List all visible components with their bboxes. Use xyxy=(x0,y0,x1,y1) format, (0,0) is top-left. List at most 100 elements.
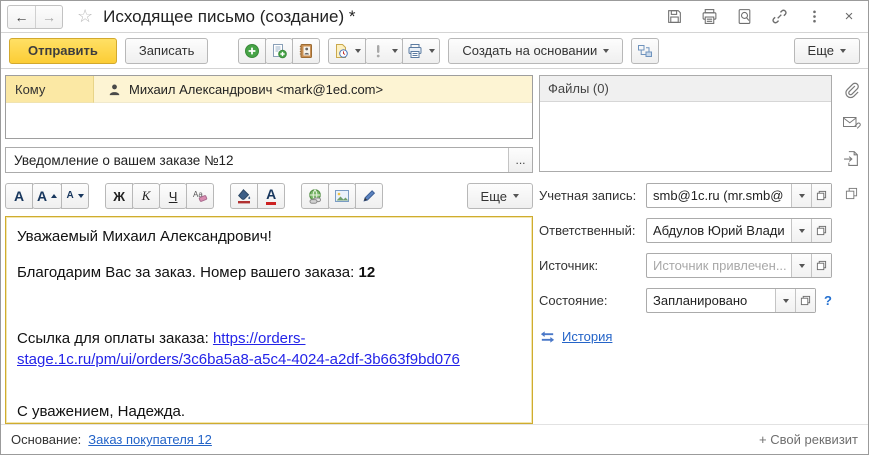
font-size-increase-button[interactable]: А xyxy=(32,183,63,209)
titlebar-actions: × xyxy=(665,8,858,26)
triangle-up-icon xyxy=(51,194,58,198)
insert-image-button[interactable] xyxy=(328,183,357,209)
italic-letter: К xyxy=(141,188,151,203)
font-button[interactable]: А xyxy=(5,183,33,209)
format-more-label: Еще xyxy=(480,188,507,204)
print-icon[interactable] xyxy=(700,8,718,26)
account-control xyxy=(646,183,832,208)
back-arrow-icon: ← xyxy=(14,8,29,25)
attach-file-button[interactable] xyxy=(840,79,862,101)
body-link-line: Ссылка для оплаты заказа: https://orders… xyxy=(17,329,460,369)
font-letter: А xyxy=(37,188,48,204)
responsible-label: Ответственный: xyxy=(539,223,636,238)
more-dots-icon[interactable] xyxy=(805,8,823,26)
files-list[interactable] xyxy=(540,102,831,171)
signature-pen-button[interactable] xyxy=(355,183,384,209)
responsible-dropdown-button[interactable] xyxy=(791,219,811,242)
account-dropdown-button[interactable] xyxy=(791,184,811,207)
paperclip-icon xyxy=(845,82,859,99)
responsible-control xyxy=(646,218,832,243)
create-based-on-button[interactable]: Создать на основании xyxy=(448,37,624,64)
schedule-dropdown-button[interactable] xyxy=(328,37,367,64)
forward-button[interactable]: → xyxy=(35,5,62,28)
insert-hyperlink-button[interactable] xyxy=(301,183,330,209)
favorite-star-icon[interactable]: ☆ xyxy=(77,6,93,27)
bold-button[interactable]: Ж xyxy=(105,183,134,209)
subject-input[interactable] xyxy=(6,148,508,172)
clear-format-button[interactable]: Aa xyxy=(186,183,215,209)
chevron-down-icon xyxy=(798,228,805,233)
two-windows-icon xyxy=(845,187,857,199)
left-column: Кому Михаил Александрович <mark@1ed.com>… xyxy=(5,75,533,424)
side-icon-strip xyxy=(838,75,864,424)
open-in-window-button[interactable] xyxy=(840,182,862,204)
state-open-button[interactable] xyxy=(795,289,816,312)
print-dropdown-button[interactable] xyxy=(402,37,441,64)
source-input[interactable] xyxy=(647,254,791,277)
printer-icon xyxy=(408,43,422,58)
format-more-button[interactable]: Еще xyxy=(466,183,533,209)
back-button[interactable]: ← xyxy=(8,6,35,28)
command-bar: Отправить Записать Создать на основании … xyxy=(1,33,868,69)
link-icon[interactable] xyxy=(770,8,788,26)
more-button[interactable]: Еще xyxy=(793,37,860,64)
subject-select-button[interactable]: ... xyxy=(508,148,532,172)
send-button[interactable]: Отправить xyxy=(9,37,117,64)
recipients-empty-area[interactable] xyxy=(6,103,532,138)
document-import-icon xyxy=(843,150,858,166)
chevron-down-icon xyxy=(429,48,436,53)
state-control xyxy=(646,288,817,313)
triangle-down-icon xyxy=(77,194,84,198)
email-body-editor[interactable]: Уважаемый Михаил Александрович! Благодар… xyxy=(5,216,533,424)
account-field-row: Учетная запись: xyxy=(539,183,832,208)
chevron-down-icon xyxy=(840,48,846,53)
chevron-down-icon xyxy=(513,194,519,198)
add-button[interactable] xyxy=(238,37,267,64)
source-dropdown-button[interactable] xyxy=(791,254,811,277)
pen-icon xyxy=(363,190,376,202)
state-dropdown-button[interactable] xyxy=(775,289,796,312)
responsible-input[interactable] xyxy=(647,219,791,242)
responsible-open-button[interactable] xyxy=(811,219,831,242)
to-recipient[interactable]: Михаил Александрович <mark@1ed.com> xyxy=(94,76,532,103)
nav-group: ← → xyxy=(7,4,63,29)
italic-button[interactable]: К xyxy=(132,183,161,209)
state-input[interactable] xyxy=(647,289,776,312)
account-open-button[interactable] xyxy=(811,184,831,207)
importance-dropdown-button[interactable] xyxy=(365,37,404,64)
history-link[interactable]: История xyxy=(562,329,612,344)
open-icon xyxy=(816,225,827,236)
font-size-decrease-button[interactable]: А xyxy=(61,183,90,209)
subject-row: ... xyxy=(5,147,533,173)
forward-arrow-icon: → xyxy=(42,8,56,25)
custom-attribute-link[interactable]: + Свой реквизит xyxy=(759,432,858,447)
source-open-button[interactable] xyxy=(811,254,831,277)
text-color-button[interactable]: А xyxy=(257,183,286,209)
base-document-link[interactable]: Заказ покупателя 12 xyxy=(88,432,212,447)
bold-letter: Ж xyxy=(113,188,125,204)
attach-email-button[interactable] xyxy=(840,111,862,133)
write-button[interactable]: Записать xyxy=(124,37,209,64)
to-row[interactable]: Кому Михаил Александрович <mark@1ed.com> xyxy=(6,76,532,103)
account-input[interactable] xyxy=(647,184,791,207)
create-document-button[interactable] xyxy=(265,37,294,64)
structure-button[interactable] xyxy=(631,37,660,64)
background-color-button[interactable] xyxy=(230,183,259,209)
state-help-icon[interactable]: ? xyxy=(824,293,832,308)
state-label: Состояние: xyxy=(539,293,608,308)
color-letter: А xyxy=(266,187,277,205)
underline-button[interactable]: Ч xyxy=(159,183,188,209)
chevron-down-icon xyxy=(798,263,805,268)
close-icon[interactable]: × xyxy=(840,8,858,26)
order-number: 12 xyxy=(358,263,376,281)
save-icon[interactable] xyxy=(665,8,683,26)
to-label[interactable]: Кому xyxy=(6,76,94,103)
create-based-on-label: Создать на основании xyxy=(462,43,598,58)
actions-group xyxy=(328,37,441,64)
files-header[interactable]: Файлы (0) xyxy=(540,76,831,102)
preview-icon[interactable] xyxy=(735,8,753,26)
import-file-button[interactable] xyxy=(840,147,862,169)
state-field-row: Состояние: ? xyxy=(539,288,832,313)
address-book-button[interactable] xyxy=(292,37,321,64)
recipients-box: Кому Михаил Александрович <mark@1ed.com> xyxy=(5,75,533,139)
